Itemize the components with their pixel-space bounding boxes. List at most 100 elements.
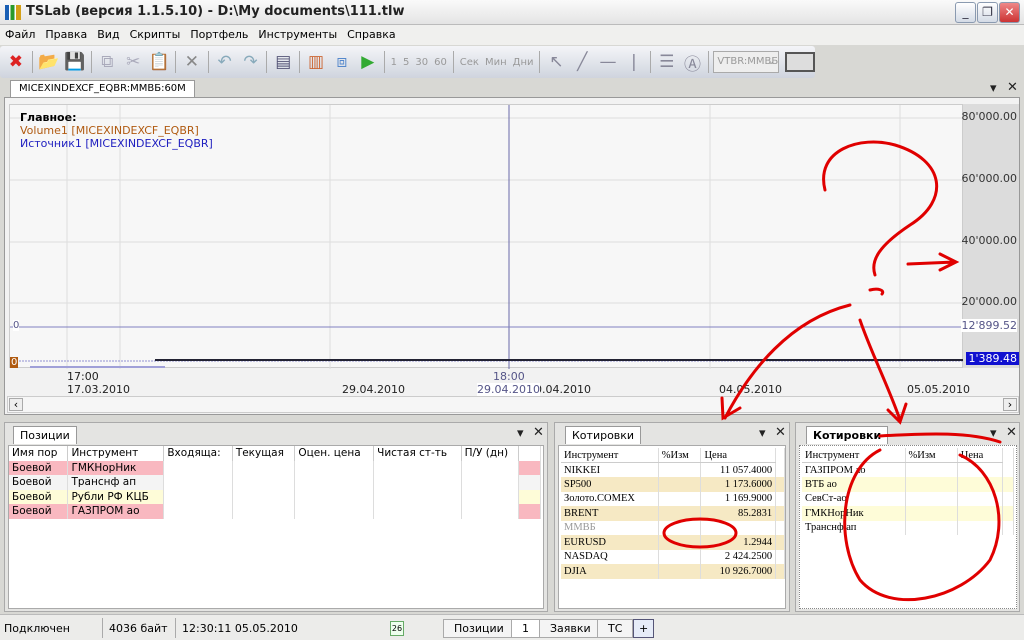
tab-chart[interactable]: MICEXINDEXCF_EQBR:ММВБ:60M bbox=[10, 80, 195, 98]
quotes-table: Инструмент %Изм Цена NIKKEI 11 057.4000 SP500… bbox=[561, 448, 785, 579]
column-header[interactable]: Инструмент bbox=[561, 448, 659, 463]
server-time: 12:30:11 05.05.2010 bbox=[182, 622, 298, 635]
disconnect-icon[interactable]: ✖ bbox=[4, 49, 28, 75]
menu-item[interactable]: Файл bbox=[0, 25, 40, 45]
open-folder-icon[interactable]: 📂 bbox=[37, 49, 61, 75]
table-row[interactable]: SP500 1 173.6000 bbox=[561, 477, 785, 492]
table-row[interactable]: Золото.COMEX 1 169.9000 bbox=[561, 491, 785, 506]
fibonacci-icon[interactable]: ☰ bbox=[655, 49, 679, 75]
menu-item[interactable]: Скрипты bbox=[125, 25, 186, 45]
table-row[interactable]: EURUSD 1.2944 bbox=[561, 535, 785, 550]
copy-icon[interactable]: ⧉ bbox=[95, 49, 119, 75]
tab-ts-bottom[interactable]: ТС bbox=[597, 619, 634, 638]
scroll-right-icon[interactable]: › bbox=[1003, 398, 1017, 411]
column-header[interactable]: Оцен. цена bbox=[294, 446, 375, 461]
column-header[interactable]: Цена bbox=[700, 448, 777, 463]
close-panel-icon[interactable]: ✕ bbox=[775, 425, 786, 440]
tab-quotes[interactable]: Котировки bbox=[565, 426, 642, 444]
table-row[interactable]: Боевой ГМКНорНик bbox=[9, 460, 541, 475]
table-row[interactable]: ГАЗПРОМ ао bbox=[802, 462, 1014, 477]
chart-icon[interactable]: ▥ bbox=[304, 49, 328, 75]
cut-icon[interactable]: ✂ bbox=[121, 49, 145, 75]
interval-5[interactable]: 5 bbox=[401, 57, 411, 68]
redo-icon[interactable]: ↷ bbox=[239, 49, 263, 75]
pointer-icon[interactable]: ↖ bbox=[544, 49, 568, 75]
delete-icon[interactable]: ✕ bbox=[180, 49, 204, 75]
text-icon[interactable]: Ⓐ bbox=[681, 49, 705, 75]
instrument-cell: ГАЗПРОМ ао bbox=[67, 504, 165, 519]
script-icon[interactable]: ⧈ bbox=[330, 49, 354, 75]
column-header[interactable]: %Изм bbox=[658, 448, 702, 463]
column-header[interactable]: Имя пор bbox=[9, 446, 69, 461]
paste-icon[interactable]: 📋 bbox=[147, 49, 171, 75]
column-header[interactable]: Входяща: bbox=[163, 446, 233, 461]
interval-1[interactable]: 1 bbox=[389, 57, 399, 68]
save-icon[interactable]: 💾 bbox=[63, 49, 87, 75]
tab-positions-bottom[interactable]: Позиции bbox=[443, 619, 515, 638]
column-header[interactable]: %Изм bbox=[905, 448, 958, 463]
interval-30[interactable]: 30 bbox=[413, 57, 430, 68]
unit-seconds[interactable]: Сек bbox=[458, 57, 481, 68]
column-header[interactable]: Чистая ст-ть bbox=[373, 446, 462, 461]
level-left-label: 0 bbox=[13, 320, 20, 331]
menu-item[interactable]: Вид bbox=[92, 25, 124, 45]
table-row[interactable]: ВТБ ао bbox=[802, 477, 1014, 492]
table-row[interactable]: Боевой ГАЗПРОМ ао bbox=[9, 504, 541, 519]
menu-item[interactable]: Инструменты bbox=[253, 25, 342, 45]
instrument-combo[interactable]: VTBR:ММВБ ⌄ bbox=[713, 51, 780, 73]
column-header[interactable]: Текущая bbox=[232, 446, 296, 461]
color-picker[interactable] bbox=[785, 52, 815, 72]
close-panel-icon[interactable]: ✕ bbox=[1007, 80, 1018, 95]
panel-menu-icon[interactable]: ▾ bbox=[759, 426, 766, 441]
table-row[interactable]: Транснф ап bbox=[802, 520, 1014, 535]
close-panel-icon[interactable]: ✕ bbox=[1006, 425, 1017, 440]
tab-orders-bottom[interactable]: Заявки bbox=[539, 619, 602, 638]
panel-menu-icon[interactable]: ▾ bbox=[990, 81, 997, 96]
quotes-panel-2: Котировки ▾ ✕ Инструмент %Изм Цена ГАЗПРОМ … bbox=[795, 422, 1020, 612]
table-row[interactable]: Боевой Транснф ап bbox=[9, 475, 541, 490]
menu-item[interactable]: Правка bbox=[40, 25, 92, 45]
maximize-button[interactable]: ❐ bbox=[977, 2, 998, 23]
table-row[interactable]: СевСт-ао bbox=[802, 491, 1014, 506]
minimize-button[interactable]: _ bbox=[955, 2, 976, 23]
close-button[interactable]: ✕ bbox=[999, 2, 1020, 23]
close-panel-icon[interactable]: ✕ bbox=[533, 425, 544, 440]
tab-quotes-2[interactable]: Котировки bbox=[806, 426, 889, 444]
undo-icon[interactable]: ↶ bbox=[213, 49, 237, 75]
instrument-cell: СевСт-ао bbox=[802, 491, 906, 506]
column-header[interactable]: Цена bbox=[957, 448, 1004, 463]
interval-60[interactable]: 60 bbox=[432, 57, 449, 68]
column-header[interactable]: П/У (дн) bbox=[461, 446, 520, 461]
add-tab-button[interactable]: + bbox=[633, 619, 655, 638]
column-header[interactable]: Инструмент bbox=[802, 448, 906, 463]
tab-positions[interactable]: Позиции bbox=[13, 426, 77, 444]
trendline-icon[interactable]: ╱ bbox=[570, 49, 594, 75]
unit-minutes[interactable]: Мин bbox=[483, 57, 509, 68]
instrument-cell: DJIA bbox=[561, 564, 659, 579]
y-axis[interactable]: 80'000.00 60'000.00 40'000.00 20'000.00 … bbox=[961, 104, 1019, 368]
scroll-left-icon[interactable]: ‹ bbox=[9, 398, 23, 411]
y-tick: 60'000.00 bbox=[961, 172, 1017, 185]
tab-1-bottom[interactable]: 1 bbox=[511, 619, 540, 638]
table-row[interactable]: NIKKEI 11 057.4000 bbox=[561, 462, 785, 477]
run-icon[interactable]: ▶ bbox=[356, 49, 380, 75]
table-row[interactable]: ГМКНорНик bbox=[802, 506, 1014, 521]
vertical-line-icon[interactable]: | bbox=[622, 49, 646, 75]
table-row[interactable]: BRENT 85.2831 bbox=[561, 506, 785, 521]
properties-icon[interactable]: ▤ bbox=[271, 49, 295, 75]
horizontal-scrollbar[interactable]: ‹ › bbox=[7, 396, 1019, 413]
panel-menu-icon[interactable]: ▾ bbox=[990, 426, 997, 441]
calendar-icon[interactable]: 26 bbox=[390, 621, 404, 636]
horizontal-line-icon[interactable]: — bbox=[596, 49, 620, 75]
unit-days[interactable]: Дни bbox=[511, 57, 536, 68]
menu-item[interactable]: Портфель bbox=[185, 25, 253, 45]
instrument-cell: Транснф ап bbox=[802, 520, 906, 535]
column-header[interactable]: Инструмент bbox=[67, 446, 165, 461]
table-row[interactable]: ММВБ bbox=[561, 520, 785, 535]
table-row[interactable]: DJIA 10 926.7000 bbox=[561, 564, 785, 579]
panel-menu-icon[interactable]: ▾ bbox=[517, 426, 524, 441]
table-row[interactable]: Боевой Рубли РФ КЦБ bbox=[9, 489, 541, 504]
table-row[interactable]: NASDAQ 2 424.2500 bbox=[561, 549, 785, 564]
menu-item[interactable]: Справка bbox=[342, 25, 400, 45]
chart-plot-area[interactable]: Главное: Volume1 [MICEXINDEXCF_EQBR] Ист… bbox=[9, 104, 964, 369]
